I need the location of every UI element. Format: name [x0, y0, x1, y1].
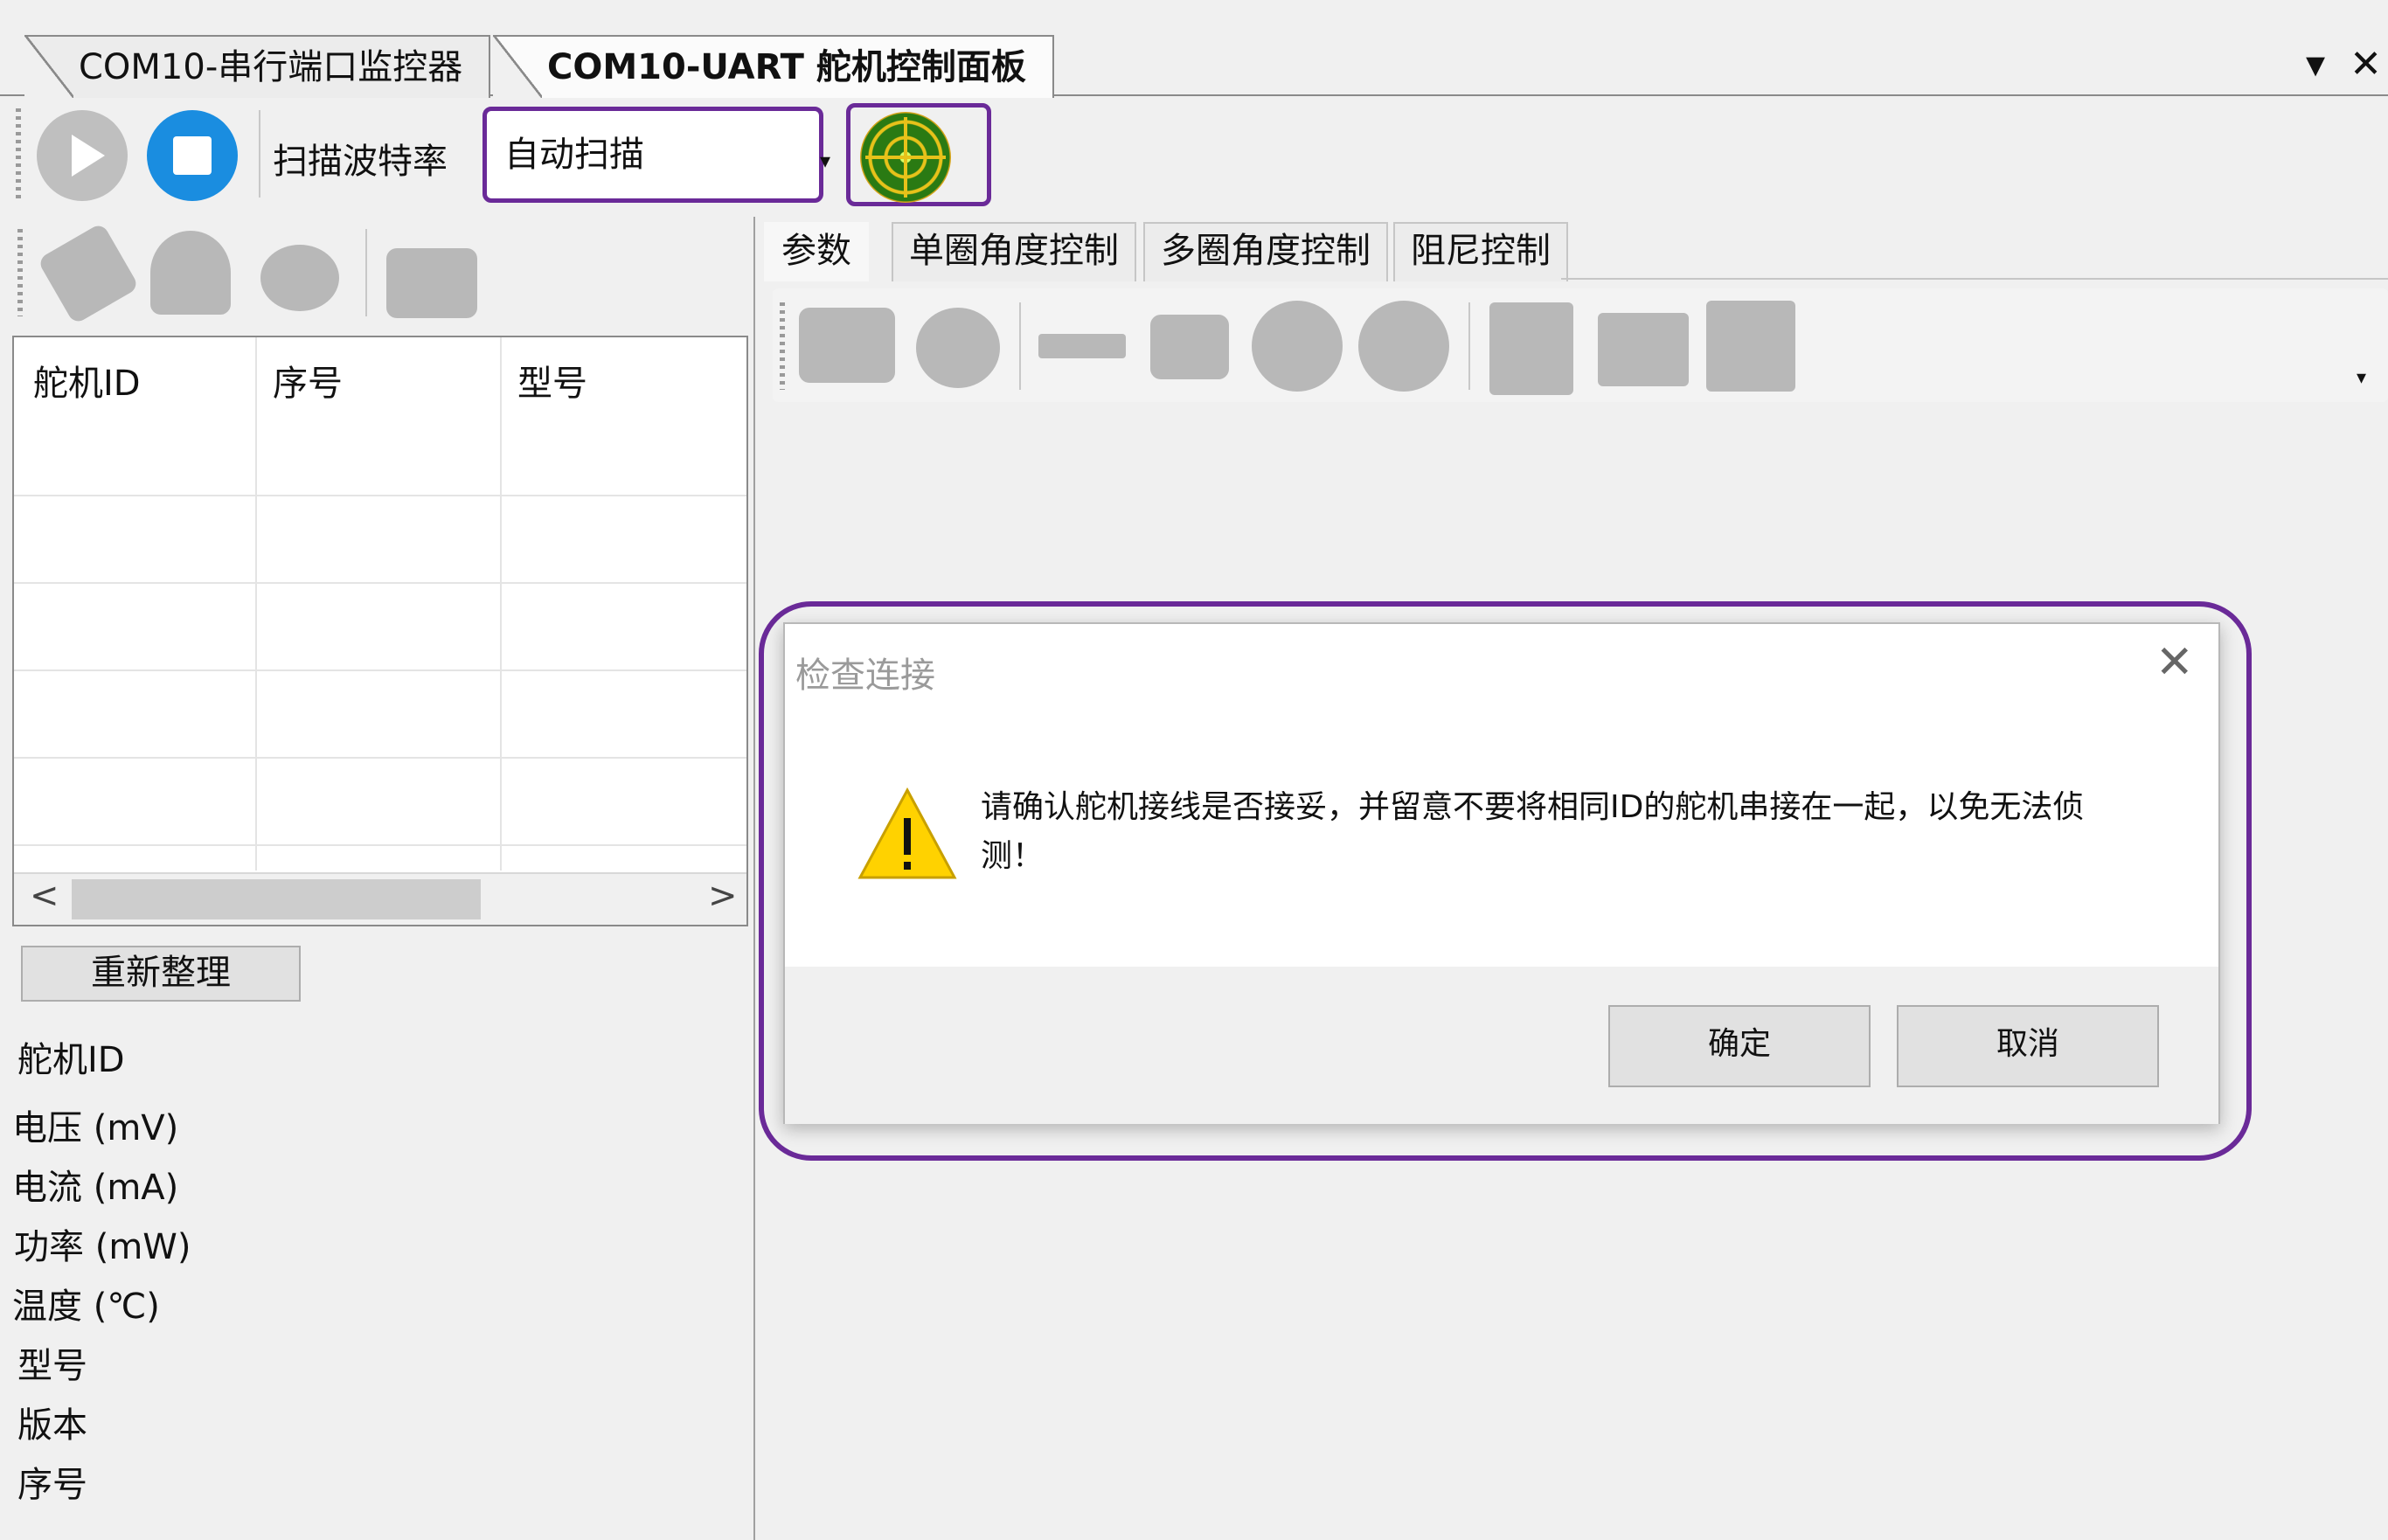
folder-icon[interactable]: [1598, 313, 1689, 386]
chevron-up-icon[interactable]: [1252, 301, 1343, 392]
tab-baseline: [1561, 278, 2388, 280]
stop-icon[interactable]: [147, 110, 238, 201]
column-divider: [500, 337, 502, 871]
dialog-footer: 确定 取消: [785, 967, 2218, 1124]
document-icon[interactable]: [1489, 302, 1573, 395]
toolbar-overflow-icon[interactable]: ▾: [2357, 367, 2366, 389]
property-index: 序号: [17, 1465, 87, 1505]
property-temperature: 温度 (℃): [12, 1287, 160, 1327]
servo-list-toolbar: [12, 217, 746, 330]
table-row: [14, 669, 746, 671]
toolbar-grip[interactable]: [17, 229, 23, 316]
parameter-toolbar: [773, 288, 2388, 402]
main-toolbar: 扫描波特率 自动扫描 ▾: [12, 98, 2388, 210]
property-servo-id: 舵机ID: [17, 1040, 125, 1080]
dialog-message: 请确认舵机接线是否接妥，并留意不要将相同ID的舵机串接在一起，以免无法侦测！: [981, 789, 2085, 874]
save-icon[interactable]: [1706, 301, 1795, 392]
tab-servo-control-panel[interactable]: COM10-UART 舵机控制面板: [493, 35, 1054, 100]
export-icon[interactable]: [799, 308, 895, 383]
disc-icon[interactable]: [916, 308, 1000, 388]
property-current: 电流 (mA): [12, 1168, 179, 1208]
tab-edge: [493, 35, 542, 98]
warning-icon: [857, 787, 957, 879]
scroll-left-icon[interactable]: <: [30, 876, 59, 916]
tab-controls: ▾ ✕: [2281, 38, 2382, 91]
property-voltage: 电压 (mV): [12, 1108, 179, 1148]
play-icon[interactable]: [37, 110, 128, 201]
servo-settings-icon[interactable]: [386, 248, 477, 318]
column-header-servo-id[interactable]: 舵机ID: [33, 355, 141, 406]
reorganize-button[interactable]: 重新整理: [21, 946, 301, 1002]
servo-table: 舵机ID 序号 型号 < >: [12, 336, 748, 926]
servo-horn-icon[interactable]: [260, 245, 339, 311]
tab-multi-turn-angle[interactable]: 多圈角度控制: [1143, 222, 1388, 281]
property-version: 版本: [17, 1405, 87, 1446]
table-row: [14, 844, 746, 846]
toolbar-grip[interactable]: [780, 302, 785, 390]
chevron-down-icon[interactable]: ▾: [820, 149, 830, 173]
toolbar-grip[interactable]: [16, 108, 21, 199]
arrow-right-icon[interactable]: [1038, 334, 1126, 358]
check-connection-dialog: 检查连接 ✕ 请确认舵机接线是否接妥，并留意不要将相同ID的舵机串接在一起，以免…: [783, 622, 2220, 1124]
scrollbar-thumb[interactable]: [72, 879, 481, 919]
toolbar-separator: [1468, 302, 1470, 390]
column-header-index[interactable]: 序号: [273, 355, 343, 406]
scroll-right-icon[interactable]: >: [708, 876, 738, 916]
control-tabs: 参数 单圈角度控制 多圈角度控制 阻尼控制: [759, 217, 2388, 281]
tab-edge: [24, 35, 73, 98]
tab-parameters[interactable]: 参数: [764, 222, 869, 281]
table-row: [14, 582, 746, 584]
horizontal-scrollbar[interactable]: < >: [14, 872, 746, 925]
chevron-down-icon[interactable]: [1358, 301, 1449, 392]
tab-damping-control[interactable]: 阻尼控制: [1393, 222, 1568, 281]
tab-close-icon[interactable]: ✕: [2350, 38, 2382, 91]
tab-single-turn-angle[interactable]: 单圈角度控制: [892, 222, 1136, 281]
toolbar-separator: [259, 110, 260, 198]
column-divider: [255, 337, 257, 871]
tab-label: COM10-串行端口监控器: [79, 47, 463, 87]
table-row: [14, 495, 746, 496]
tab-serial-monitor[interactable]: COM10-串行端口监控器: [24, 35, 491, 98]
scan-baud-label: 扫描波特率: [273, 142, 448, 182]
close-icon[interactable]: ✕: [2155, 636, 2194, 689]
property-model: 型号: [17, 1346, 87, 1386]
ok-button[interactable]: 确定: [1608, 1005, 1871, 1087]
dialog-title: 检查连接: [795, 656, 935, 696]
tab-dropdown-icon[interactable]: ▾: [2306, 38, 2325, 91]
toolbar-separator: [365, 229, 367, 316]
column-header-model[interactable]: 型号: [517, 355, 587, 406]
radar-scan-icon[interactable]: [860, 112, 951, 203]
broadcast-icon[interactable]: [150, 231, 231, 315]
document-tab-strip: COM10-串行端口监控器 COM10-UART 舵机控制面板 ▾ ✕: [0, 0, 2388, 100]
tag-icon[interactable]: [37, 222, 140, 325]
panel-splitter[interactable]: [753, 217, 755, 1540]
toolbar-separator: [1019, 302, 1021, 390]
cancel-button[interactable]: 取消: [1897, 1005, 2159, 1087]
property-power: 功率 (mW): [14, 1227, 191, 1267]
sync-icon[interactable]: [1150, 315, 1229, 379]
scan-mode-combo[interactable]: 自动扫描: [482, 107, 823, 203]
table-row: [14, 757, 746, 759]
tab-label: COM10-UART 舵机控制面板: [547, 47, 1026, 87]
